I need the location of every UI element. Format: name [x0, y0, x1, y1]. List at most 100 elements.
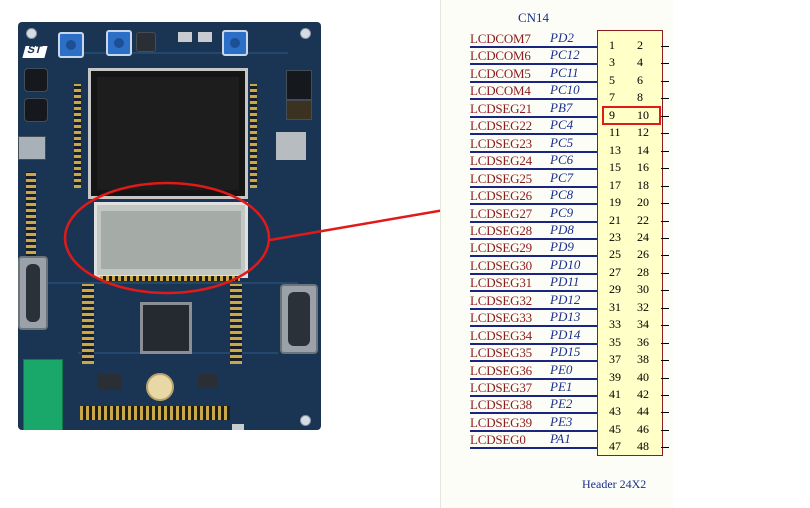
mcu-header: [230, 284, 242, 364]
signal-row: LCDSEG25 PC7: [470, 169, 597, 188]
pin-number-odd: 21: [609, 212, 621, 227]
signal-port: PC5: [550, 134, 574, 150]
signal-name: LCDSEG23: [470, 135, 532, 151]
right-pin-stub: [661, 237, 669, 239]
signal-name: LCDSEG28: [470, 222, 532, 238]
audio-jack: [24, 98, 48, 122]
signal-port: PD11: [550, 274, 580, 290]
pin-number-odd: 27: [609, 264, 621, 279]
signal-port: PC7: [550, 169, 574, 185]
signal-port: PD9: [550, 239, 574, 255]
pin-number-even: 26: [637, 247, 649, 262]
signal-name: LCDSEG27: [470, 205, 532, 221]
bottom-pin-header: [80, 406, 230, 420]
signal-row: LCDSEG37 PE1: [470, 379, 597, 397]
pin-number-odd: 17: [609, 177, 621, 192]
signal-name: LCDSEG25: [470, 170, 532, 186]
signal-row: LCDSEG32 PD12: [470, 292, 597, 310]
pin-number-odd: 13: [609, 142, 621, 157]
pin-number-even: 30: [637, 282, 649, 297]
pin-number-even: 10: [637, 107, 649, 122]
signal-name: LCDSEG31: [470, 275, 532, 291]
right-pin-stub: [661, 150, 669, 152]
potentiometer: [106, 30, 132, 56]
pin-number-odd: 3: [609, 55, 615, 70]
pin-number-odd: 47: [609, 439, 621, 454]
usb-connector: [18, 136, 46, 160]
signal-name: LCDCOM6: [470, 48, 531, 64]
pin-number-even: 24: [637, 229, 649, 244]
signal-row: LCDCOM4 PC10: [470, 82, 597, 101]
pin-number-even: 22: [637, 212, 649, 227]
signal-name: LCDSEG39: [470, 414, 532, 430]
db9-connector-right: [280, 284, 318, 354]
signal-port: PD2: [550, 30, 574, 45]
right-pin-stub: [661, 272, 669, 274]
signal-port: PE2: [550, 396, 573, 412]
tft-side-header: [250, 84, 257, 188]
signal-port: PD15: [550, 344, 581, 360]
right-pin-stub: [661, 412, 669, 414]
signal-name: LCDSEG30: [470, 257, 532, 273]
right-pin-stub: [661, 203, 669, 205]
right-pin-stub: [661, 168, 669, 170]
pin-number-odd: 23: [609, 229, 621, 244]
signal-port: PB7: [550, 99, 573, 115]
pin-number-odd: 45: [609, 421, 621, 436]
signal-row: LCDSEG27 PC9: [470, 205, 597, 223]
signal-name: LCDSEG0: [470, 432, 526, 448]
right-pin-stub: [661, 63, 669, 65]
pin-number-even: 40: [637, 369, 649, 384]
right-pin-stub: [661, 255, 669, 257]
signal-row: LCDSEG36 PE0: [470, 362, 597, 380]
pin-number-even: 20: [637, 195, 649, 210]
mounting-hole: [300, 28, 311, 39]
signal-name: LCDSEG34: [470, 327, 532, 343]
pin-number-odd: 35: [609, 334, 621, 349]
pin-number-even: 48: [637, 439, 649, 454]
signal-name: LCDSEG37: [470, 380, 532, 395]
pin-number-odd: 43: [609, 404, 621, 419]
signal-row: LCDCOM6 PC12: [470, 47, 597, 66]
connector-title: CN14: [518, 10, 550, 25]
signal-row: LCDSEG21 PB7: [470, 99, 597, 118]
right-pin-stub: [661, 220, 669, 222]
mcu-header: [82, 284, 94, 364]
signal-name: LCDCOM7: [470, 31, 531, 46]
audio-jack: [24, 68, 48, 92]
signal-name: LCDSEG29: [470, 240, 532, 256]
pin-number-even: 44: [637, 404, 649, 419]
signal-row: LCDSEG30 PD10: [470, 256, 597, 275]
eval-board-photo: ST: [18, 22, 321, 430]
segment-lcd-display: [94, 202, 248, 278]
signal-port: PC4: [550, 117, 574, 133]
potentiometer: [58, 32, 84, 58]
pin-number-even: 38: [637, 352, 649, 367]
pin-number-odd: 41: [609, 387, 621, 401]
pin-number-even: 32: [637, 299, 649, 314]
pin-number-even: 8: [637, 90, 643, 105]
signal-name: LCDCOM5: [470, 65, 531, 81]
pin-number-even: 4: [637, 55, 643, 70]
signal-row: LCDCOM7 PD2: [470, 30, 597, 48]
pin-number-even: 46: [637, 421, 649, 436]
signal-name: LCDSEG36: [470, 362, 532, 378]
pin-number-odd: 31: [609, 299, 621, 314]
signal-port: PD10: [550, 256, 581, 272]
signal-name: LCDSEG22: [470, 118, 532, 134]
right-pin-stub: [661, 115, 669, 117]
signal-row: LCDSEG34 PD14: [470, 327, 597, 345]
potentiometer: [222, 30, 248, 56]
signal-row: LCDCOM5 PC11: [470, 65, 597, 83]
mounting-hole: [26, 28, 37, 39]
signal-row: LCDSEG35 PD15: [470, 344, 597, 363]
signal-name: LCDSEG26: [470, 188, 532, 204]
pin-number-odd: 19: [609, 195, 621, 210]
right-pin-stub: [661, 46, 669, 47]
connector-footer: Header 24X2: [582, 477, 647, 491]
signal-row: LCDSEG31 PD11: [470, 274, 597, 293]
pin-number-odd: 39: [609, 369, 621, 384]
signal-row: LCDSEG23 PC5: [470, 134, 597, 153]
pin-number-even: 14: [637, 142, 649, 157]
signal-port: PC10: [550, 82, 580, 98]
